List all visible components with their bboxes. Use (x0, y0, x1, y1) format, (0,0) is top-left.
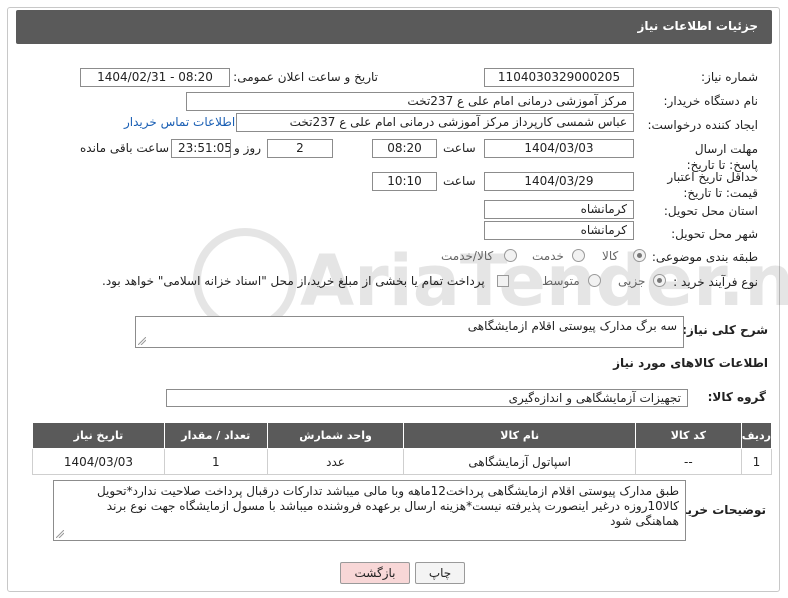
table-header-row: ردیف کد کالا نام کالا واحد شمارش تعداد /… (32, 422, 773, 449)
cell-goods-name: اسپاتول آزمایشگاهی (403, 448, 636, 475)
province-field: کرمانشاه (484, 200, 634, 219)
buyer-notes-text: طبق مدارک پیوستی اقلام ازمایشگاهی پرداخت… (96, 484, 679, 528)
requester-field: عباس شمسی کارپرداز مرکز آموزشی درمانی ام… (236, 113, 634, 132)
need-number-field: 1104030329000205 (484, 68, 634, 87)
subject-option-goods-service: کالا/خدمت (441, 249, 494, 263)
subject-option-service: خدمت (532, 249, 564, 263)
cell-row-number: 1 (740, 448, 773, 475)
goods-info-title: اطلاعات کالاهای مورد نیاز (613, 356, 768, 370)
city-field: کرمانشاه (484, 221, 634, 240)
reply-days-field: 2 (267, 139, 333, 158)
remaining-time-field: 23:51:05 (171, 139, 231, 158)
subject-class-label: طبقه بندی موضوعی: (651, 250, 758, 264)
delivery-city-label: شهر محل تحویل: (671, 227, 758, 241)
subject-radio-service[interactable] (572, 249, 585, 262)
day-and-label: روز و (234, 141, 261, 155)
col-header-goods-name: نام کالا (403, 422, 636, 449)
process-option-medium: متوسط (542, 274, 580, 288)
cell-goods-code: -- (635, 448, 742, 475)
print-button[interactable]: چاپ (415, 562, 465, 584)
resize-grip-icon[interactable] (56, 530, 64, 538)
price-validity-label: حداقل تاریخ اعتبار قیمت: تا تاریخ: (667, 170, 758, 200)
process-radio-medium[interactable] (588, 274, 601, 287)
process-type-label: نوع فرآیند خرید : (673, 275, 758, 289)
reply-date-field: 1404/03/03 (484, 139, 634, 158)
treasury-note: پرداخت تمام یا بخشی از مبلغ خرید،از محل … (102, 274, 485, 288)
validity-time-label: ساعت (443, 174, 476, 188)
goods-group-field: تجهیزات آزمایشگاهی و اندازه‌گیری (166, 389, 688, 407)
back-button[interactable]: بازگشت (340, 562, 410, 584)
need-number-label: شماره نیاز: (701, 70, 758, 84)
description-textarea: سه برگ مدارک پیوستی اقلام ازمایشگاهی (135, 316, 684, 348)
page-title: جزئیات اطلاعات نیاز (637, 19, 758, 33)
validity-time-field: 10:10 (372, 172, 437, 191)
announce-datetime-label: تاریخ و ساعت اعلان عمومی: (233, 70, 378, 84)
process-option-minor: جزیی (618, 274, 646, 288)
col-header-need-date: تاریخ نیاز (32, 422, 165, 449)
buyer-notes-textarea: طبق مدارک پیوستی اقلام ازمایشگاهی پرداخت… (53, 480, 686, 541)
description-text: سه برگ مدارک پیوستی اقلام ازمایشگاهی (467, 319, 677, 333)
col-header-goods-code: کد کالا (635, 422, 742, 449)
col-header-row-number: ردیف (740, 422, 773, 449)
announce-datetime-field: 1404/02/31 - 08:20 (80, 68, 230, 87)
treasury-checkbox[interactable] (497, 275, 509, 287)
delivery-province-label: استان محل تحویل: (663, 204, 758, 218)
table-row: 1 -- اسپاتول آزمایشگاهی عدد 1 1404/03/03 (32, 448, 773, 475)
remaining-label: ساعت باقی مانده (80, 141, 170, 155)
col-header-unit: واحد شمارش (266, 422, 405, 449)
items-table: ردیف کد کالا نام کالا واحد شمارش تعداد /… (32, 422, 773, 475)
buyer-contact-link[interactable]: اطلاعات تماس خریدار (124, 115, 235, 129)
buyer-org-field: مرکز آموزشی درمانی امام علی ع 237تخت (186, 92, 634, 111)
buyer-org-label: نام دستگاه خریدار: (663, 94, 759, 108)
resize-grip-icon[interactable] (138, 337, 146, 345)
page-header: جزئیات اطلاعات نیاز (16, 10, 772, 44)
subject-radio-goods[interactable] (633, 249, 646, 262)
cell-need-date: 1404/03/03 (32, 448, 165, 475)
cell-unit: عدد (266, 448, 405, 475)
reply-time-label: ساعت (443, 141, 476, 155)
process-radio-minor[interactable] (653, 274, 666, 287)
requester-label: ایجاد کننده درخواست: (647, 118, 758, 132)
goods-group-label: گروه کالا: (707, 390, 766, 404)
description-label: شرح کلی نیاز: (682, 323, 768, 337)
validity-date-field: 1404/03/29 (484, 172, 634, 191)
reply-time-field: 08:20 (372, 139, 437, 158)
cell-quantity: 1 (163, 448, 268, 475)
col-header-quantity: تعداد / مقدار (163, 422, 268, 449)
subject-radio-goods-service[interactable] (504, 249, 517, 262)
subject-option-goods: کالا (602, 249, 619, 263)
